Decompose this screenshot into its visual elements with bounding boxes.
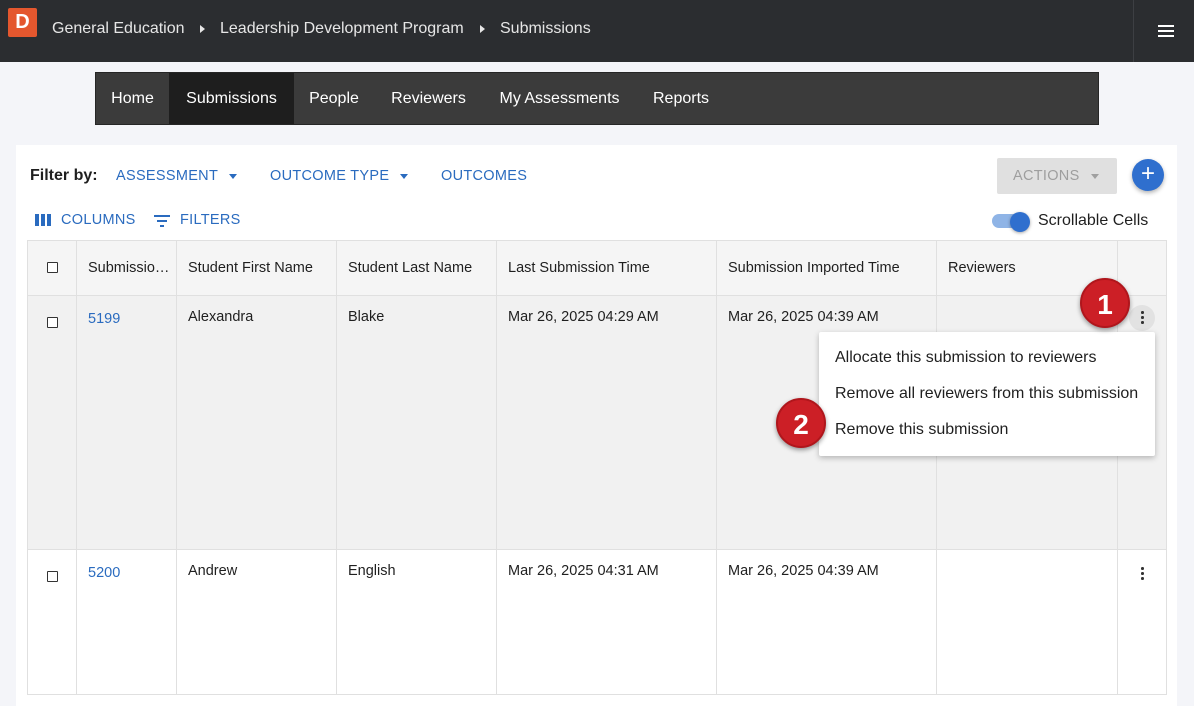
imported-time-cell: Mar 26, 2025 04:39 AM	[728, 563, 879, 579]
scrollable-cells-toggle[interactable]	[992, 212, 1030, 232]
breadcrumb-separator-icon	[480, 25, 485, 33]
top-bar: D General Education Leadership Developme…	[0, 0, 1194, 62]
nav-reports[interactable]: Reports	[636, 73, 726, 124]
nav-submissions[interactable]: Submissions	[169, 73, 294, 124]
actions-caret-icon	[1091, 174, 1099, 179]
filter-lines-icon	[154, 214, 170, 227]
last-submission-cell: Mar 26, 2025 04:29 AM	[508, 309, 659, 325]
row-checkbox[interactable]	[47, 571, 58, 582]
filter-by-label: Filter by:	[30, 167, 98, 184]
first-name-cell: Andrew	[188, 563, 238, 579]
header-submission-id[interactable]: Submissio…	[88, 260, 169, 276]
breadcrumb-general-education[interactable]: General Education	[52, 20, 185, 38]
column-divider	[76, 241, 77, 694]
menu-remove-all-reviewers[interactable]: Remove all reviewers from this submissio…	[835, 385, 1138, 403]
column-divider	[336, 241, 337, 694]
header-imported-time[interactable]: Submission Imported Time	[728, 260, 900, 276]
table-header: Submissio… Student First Name Student La…	[28, 241, 1166, 296]
first-name-cell: Alexandra	[188, 309, 254, 325]
main-nav: Home Submissions People Reviewers My Ass…	[95, 72, 1099, 125]
header-last-name[interactable]: Student Last Name	[348, 260, 472, 276]
assessment-caret-icon	[229, 174, 237, 179]
column-divider	[936, 241, 937, 694]
outcome-type-filter-button[interactable]: OUTCOME TYPE	[270, 168, 389, 184]
last-name-cell: Blake	[348, 309, 385, 325]
nav-people[interactable]: People	[294, 73, 374, 124]
breadcrumb-separator-icon	[200, 25, 205, 33]
row-checkbox[interactable]	[47, 317, 58, 328]
column-divider	[716, 241, 717, 694]
filters-button[interactable]: FILTERS	[180, 212, 241, 228]
nav-reviewers[interactable]: Reviewers	[374, 73, 483, 124]
header-first-name[interactable]: Student First Name	[188, 260, 313, 276]
last-submission-cell: Mar 26, 2025 04:31 AM	[508, 563, 659, 579]
outcome-type-caret-icon	[400, 174, 408, 179]
table-row: 5200 Andrew English Mar 26, 2025 04:31 A…	[28, 550, 1166, 695]
select-all-checkbox[interactable]	[47, 262, 58, 273]
nav-my-assessments[interactable]: My Assessments	[483, 73, 636, 124]
last-name-cell: English	[348, 563, 396, 579]
submissions-table: Submissio… Student First Name Student La…	[27, 240, 1167, 695]
columns-button[interactable]: COLUMNS	[61, 212, 136, 228]
row-actions-button-active[interactable]	[1129, 305, 1155, 331]
actions-label: ACTIONS	[1013, 168, 1080, 184]
step-callout-2: 2	[776, 398, 826, 448]
submission-id-link[interactable]: 5199	[88, 311, 120, 327]
header-reviewers[interactable]: Reviewers	[948, 260, 1016, 276]
row-actions-kebab-icon[interactable]	[1140, 567, 1144, 581]
outcomes-filter-button[interactable]: OUTCOMES	[441, 168, 527, 184]
scrollable-cells-label: Scrollable Cells	[1038, 212, 1149, 229]
add-submission-button[interactable]: +	[1132, 159, 1164, 191]
imported-time-cell: Mar 26, 2025 04:39 AM	[728, 309, 879, 325]
columns-icon	[35, 214, 51, 226]
column-divider	[496, 241, 497, 694]
nav-home[interactable]: Home	[96, 73, 169, 124]
row-actions-kebab-icon	[1140, 311, 1144, 325]
hamburger-icon	[1158, 30, 1174, 32]
actions-button[interactable]: ACTIONS	[997, 158, 1117, 194]
column-divider	[176, 241, 177, 694]
submission-id-link[interactable]: 5200	[88, 565, 120, 581]
row-actions-menu: Allocate this submission to reviewers Re…	[819, 332, 1155, 456]
hamburger-icon	[1158, 25, 1174, 27]
hamburger-menu-button[interactable]	[1133, 0, 1194, 62]
breadcrumb-submissions: Submissions	[500, 20, 591, 37]
app-logo[interactable]: D	[8, 8, 37, 37]
hamburger-icon	[1158, 35, 1174, 37]
menu-remove-submission[interactable]: Remove this submission	[835, 421, 1008, 439]
assessment-filter-button[interactable]: ASSESSMENT	[116, 168, 218, 184]
breadcrumb-program[interactable]: Leadership Development Program	[220, 20, 464, 38]
toggle-knob	[1010, 212, 1030, 232]
step-callout-1: 1	[1080, 278, 1130, 328]
menu-allocate-reviewers[interactable]: Allocate this submission to reviewers	[835, 349, 1096, 367]
header-last-submission-time[interactable]: Last Submission Time	[508, 260, 650, 276]
